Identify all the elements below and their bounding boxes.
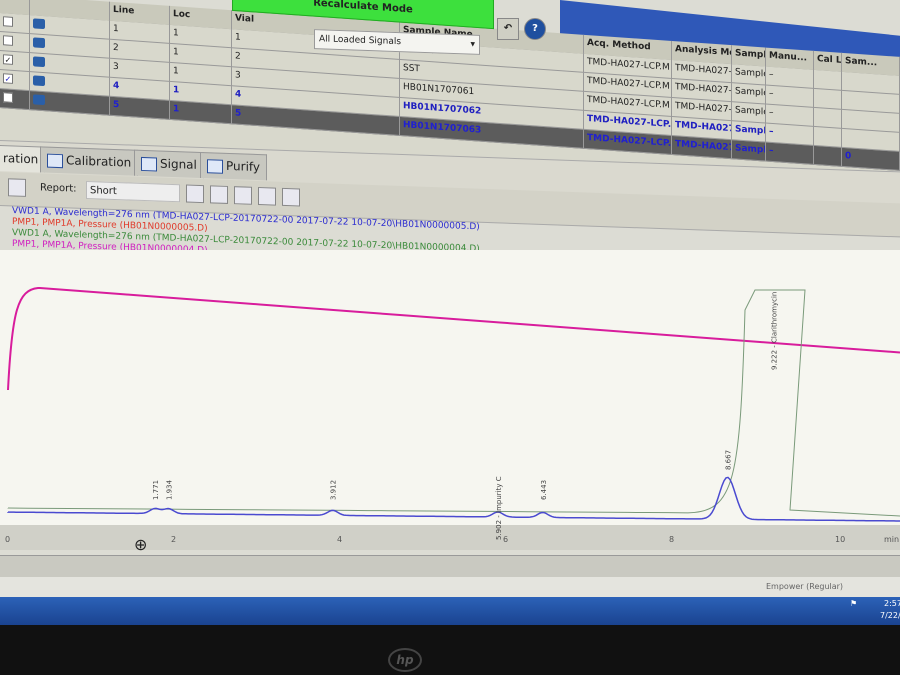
row-checkbox[interactable]: ✓ bbox=[3, 54, 13, 65]
tab-signal[interactable]: Signal bbox=[134, 149, 204, 179]
tab-label: ration bbox=[3, 151, 39, 167]
row-checkbox[interactable]: ✓ bbox=[3, 73, 13, 84]
peak-label: 1.934 bbox=[166, 479, 174, 500]
undo-icon[interactable]: ↶ bbox=[497, 18, 519, 40]
cell bbox=[814, 69, 842, 91]
cell: Sample bbox=[732, 83, 766, 105]
x-tick-label: 8 bbox=[669, 535, 674, 544]
tab-label: Signal bbox=[160, 156, 197, 172]
cell bbox=[814, 88, 842, 110]
cell: Sample bbox=[732, 121, 766, 143]
scale-icon bbox=[47, 153, 63, 168]
cell: Sample bbox=[732, 140, 766, 162]
cell: – bbox=[766, 142, 814, 165]
x-tick-label: 10 bbox=[835, 535, 845, 544]
cell bbox=[814, 126, 842, 148]
x-tick-label: 4 bbox=[337, 535, 342, 544]
chevron-down-icon: ▾ bbox=[470, 39, 475, 50]
cell: 0 bbox=[842, 147, 900, 171]
x-axis-unit: min bbox=[884, 535, 899, 544]
peak-label: 8.667 bbox=[724, 450, 732, 470]
settings-icon[interactable] bbox=[282, 187, 300, 207]
export-icon[interactable] bbox=[186, 184, 204, 204]
checkbox-cell bbox=[0, 89, 30, 111]
clock-time: 2:57 bbox=[884, 599, 900, 608]
tab-integration[interactable]: ration bbox=[0, 144, 46, 173]
vial-icon bbox=[33, 94, 45, 106]
peak-label: 9.222 - Clarithromycin bbox=[770, 292, 778, 370]
edit-report-icon[interactable] bbox=[8, 178, 26, 197]
clock-date: 7/22/... bbox=[880, 611, 900, 620]
plot-area bbox=[0, 250, 900, 525]
row-checkbox[interactable] bbox=[3, 35, 13, 46]
vial-icon bbox=[33, 37, 45, 49]
report-label: Report: bbox=[40, 182, 77, 195]
taskbar: ⚑ 2:57 7/22/... bbox=[0, 597, 900, 625]
x-tick-label: 6 bbox=[503, 535, 508, 544]
vial-icon bbox=[33, 75, 45, 87]
help-icon[interactable]: ? bbox=[524, 18, 546, 40]
peak-label: 5.902 - Impurity C bbox=[495, 476, 503, 540]
print-icon[interactable] bbox=[258, 187, 276, 206]
cell: Sample bbox=[732, 102, 766, 124]
chromatogram-chart: 1.771 1.934 3.912 5.902 - Impurity C 6.443 8.… bbox=[0, 250, 900, 550]
horizontal-scrollbar[interactable] bbox=[0, 555, 900, 577]
purify-icon bbox=[207, 158, 223, 174]
x-tick-label: 2 bbox=[171, 535, 176, 544]
cell bbox=[814, 145, 842, 167]
cell bbox=[814, 107, 842, 129]
cell: TMD-HA027-LCP.M bbox=[672, 135, 732, 160]
vial-icon bbox=[33, 18, 45, 30]
checkbox-cell: ✓ bbox=[0, 70, 30, 92]
checkbox-cell bbox=[0, 13, 30, 35]
flag-icon[interactable]: ⚑ bbox=[850, 599, 857, 608]
tab-calibration[interactable]: Calibration bbox=[40, 146, 139, 176]
zoom-cursor-icon: ⊕ bbox=[134, 535, 148, 554]
row-checkbox[interactable] bbox=[3, 92, 13, 103]
cell: 5 bbox=[110, 96, 170, 120]
hp-logo: hp bbox=[388, 648, 422, 672]
cell: Cal Level bbox=[814, 50, 842, 72]
checkbox-cell bbox=[0, 32, 30, 54]
status-bar: Empower (Regular) bbox=[0, 577, 900, 597]
x-tick-label: 0 bbox=[5, 535, 10, 544]
signal-icon bbox=[141, 156, 157, 171]
status-item: Empower (Regular) bbox=[766, 582, 844, 591]
tab-purify[interactable]: Purify bbox=[200, 151, 268, 181]
row-checkbox[interactable] bbox=[3, 16, 13, 27]
cell: Sample bbox=[732, 64, 766, 86]
copy-icon[interactable] bbox=[234, 186, 252, 205]
vial-icon bbox=[33, 56, 45, 68]
peak-label: 1.771 bbox=[152, 480, 160, 500]
tab-label: Calibration bbox=[66, 153, 132, 170]
tab-label: Purify bbox=[226, 158, 261, 175]
report-field[interactable]: Short bbox=[86, 181, 180, 203]
checkbox-cell: ✓ bbox=[0, 51, 30, 73]
cell: 1 bbox=[170, 100, 232, 125]
peak-label: 3.912 bbox=[330, 480, 338, 500]
screen: LineLocVialSample NameAcq. MethodAnalysi… bbox=[0, 0, 900, 625]
peak-label: 6.443 bbox=[540, 480, 548, 500]
signal-select-value: All Loaded Signals bbox=[319, 34, 402, 48]
cell: Sample Type bbox=[732, 45, 766, 67]
preview-icon[interactable] bbox=[210, 185, 228, 204]
